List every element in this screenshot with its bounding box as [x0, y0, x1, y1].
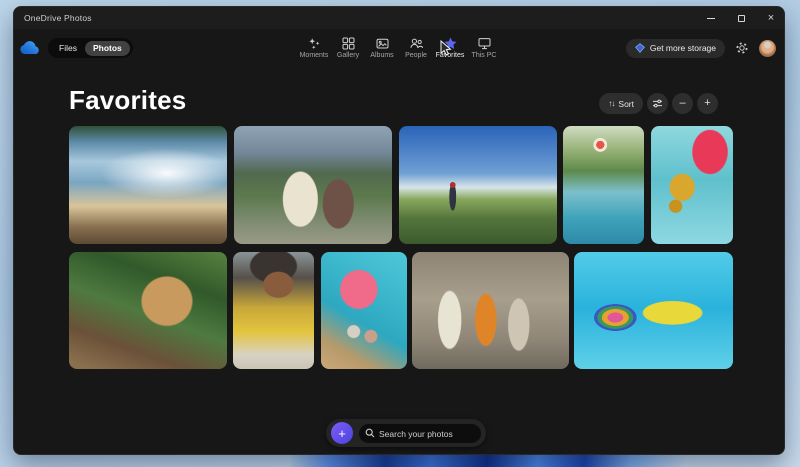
sparkles-icon: [308, 36, 321, 50]
titlebar: OneDrive Photos ×: [14, 7, 784, 29]
filter-sliders-icon: [652, 98, 663, 109]
nav-label: This PC: [472, 52, 497, 59]
toggle-photos[interactable]: Photos: [85, 41, 130, 56]
get-more-storage-button[interactable]: Get more storage: [626, 39, 725, 58]
toolbar: ↑↓ Sort – +: [599, 93, 718, 114]
nav-right: Get more storage: [626, 29, 776, 67]
photo-tile[interactable]: [412, 252, 569, 369]
onedrive-cloud-icon[interactable]: [19, 41, 41, 56]
storage-label: Get more storage: [650, 43, 716, 53]
search-icon: [365, 428, 375, 438]
photo-tile[interactable]: [234, 126, 392, 244]
people-icon: [410, 36, 423, 50]
settings-gear-icon[interactable]: [735, 41, 749, 55]
onedrive-photos-window: OneDrive Photos × Files: [13, 6, 785, 455]
storage-gem-icon: [635, 43, 645, 53]
search-input[interactable]: [359, 424, 481, 443]
nav-item-gallery[interactable]: Gallery: [332, 31, 364, 59]
nav-item-this-pc[interactable]: This PC: [468, 31, 500, 59]
minimize-button[interactable]: [704, 11, 718, 25]
photo-tile[interactable]: [651, 126, 733, 244]
close-button[interactable]: ×: [764, 11, 778, 25]
maximize-icon: [738, 15, 745, 22]
sort-button[interactable]: ↑↓ Sort: [599, 93, 643, 114]
photo-tile[interactable]: [233, 252, 314, 369]
desktop: OneDrive Photos × Files: [0, 0, 800, 467]
photo-tile[interactable]: [69, 252, 227, 369]
mouse-cursor: [440, 40, 452, 57]
nav-label: People: [405, 52, 427, 59]
zoom-in-button[interactable]: +: [697, 93, 718, 114]
photo-tile[interactable]: [563, 126, 644, 244]
maximize-button[interactable]: [734, 11, 748, 25]
toggle-files[interactable]: Files: [51, 43, 85, 53]
photo-tile[interactable]: [574, 252, 733, 369]
nav-label: Albums: [370, 52, 393, 59]
files-photos-toggle: Files Photos: [48, 38, 133, 58]
zoom-out-button[interactable]: –: [672, 93, 693, 114]
search-bar: +: [326, 419, 486, 447]
photo-tile[interactable]: [321, 252, 407, 369]
page-title: Favorites: [69, 85, 186, 116]
filter-button[interactable]: [647, 93, 668, 114]
nav-label: Gallery: [337, 52, 359, 59]
minimize-icon: [707, 18, 715, 19]
nav-left: Files Photos: [19, 29, 133, 67]
nav-item-people[interactable]: People: [400, 31, 432, 59]
search-box: [359, 424, 481, 443]
photo-tile[interactable]: [69, 126, 227, 244]
navbar: Files Photos Moments: [14, 29, 784, 67]
sort-arrows-icon: ↑↓: [608, 99, 614, 108]
nav-item-albums[interactable]: Albums: [366, 31, 398, 59]
monitor-icon: [478, 36, 491, 50]
nav-label: Moments: [300, 52, 329, 59]
photo-tile[interactable]: [399, 126, 557, 244]
grid-icon: [342, 36, 355, 50]
window-controls: ×: [704, 7, 778, 29]
album-icon: [376, 36, 389, 50]
sort-label: Sort: [618, 99, 634, 109]
nav-center: Moments Gallery: [298, 31, 500, 59]
nav-item-moments[interactable]: Moments: [298, 31, 330, 59]
window-title: OneDrive Photos: [24, 13, 92, 23]
account-avatar[interactable]: [759, 40, 776, 57]
add-button[interactable]: +: [331, 422, 353, 444]
